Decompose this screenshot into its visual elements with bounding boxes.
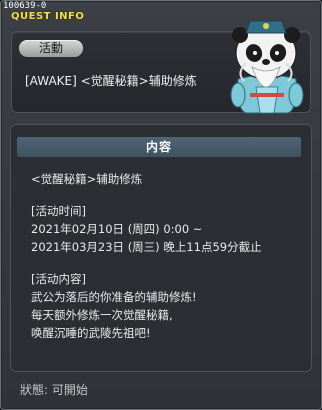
quest-id-label: 100639-0 bbox=[3, 1, 47, 11]
panda-sage-npc-icon bbox=[230, 20, 304, 114]
quest-info-window: 100639-0 QUEST INFO 活動 [AWAKE] <觉醒秘籍>辅助修… bbox=[0, 0, 322, 410]
content-section-header: 内容 bbox=[17, 137, 301, 157]
quest-status: 狀態: 可開始 bbox=[20, 383, 88, 397]
description-line: 武公为落后的你准备的辅助修炼! bbox=[31, 290, 197, 304]
quest-title: [AWAKE] <觉醒秘籍>辅助修炼 bbox=[25, 74, 197, 88]
window-title: QUEST INFO bbox=[11, 11, 85, 22]
description-line: <觉醒秘籍>辅助修炼 bbox=[31, 172, 143, 186]
quest-content-panel: 内容 <觉醒秘籍>辅助修炼 [活动时间] 2021年02月10日 (周四) 0:… bbox=[10, 124, 312, 372]
description-line: 2021年03月23日 (周三) 晚上11点59分截止 bbox=[31, 240, 262, 254]
description-line: [活动内容] bbox=[31, 272, 86, 286]
description-line: 每天额外修炼一次觉醒秘籍, bbox=[31, 308, 173, 322]
description-line: [活动时间] bbox=[31, 204, 86, 218]
description-line: 唤醒沉睡的武陵先祖吧! bbox=[31, 326, 151, 340]
description-line: 2021年02月10日 (周四) 0:00 ~ bbox=[31, 222, 203, 236]
quest-description: <觉醒秘籍>辅助修炼 [活动时间] 2021年02月10日 (周四) 0:00 … bbox=[31, 170, 301, 342]
event-badge: 活動 bbox=[19, 40, 83, 57]
